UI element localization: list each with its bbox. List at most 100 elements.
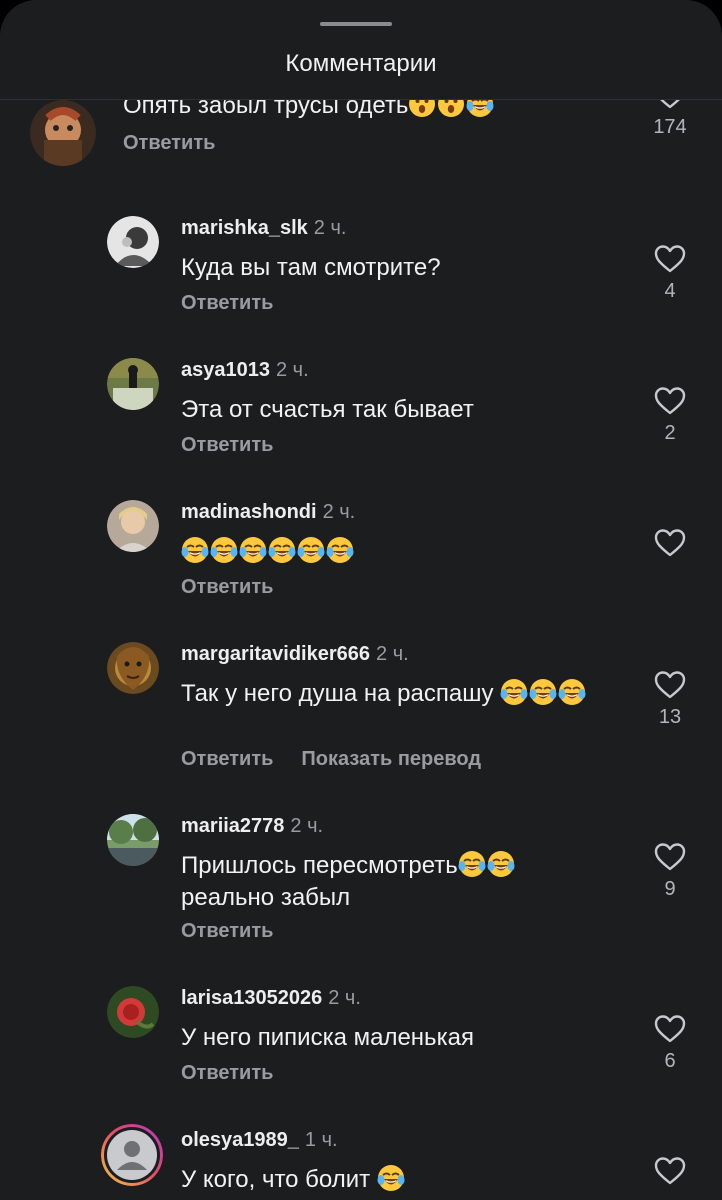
emoji-group [181, 537, 355, 565]
heart-outline-icon [654, 387, 686, 415]
comment-time: 2 ч. [322, 501, 356, 523]
username-link[interactable]: madinashondi [181, 501, 317, 523]
comment-time: 2 ч. [376, 643, 409, 665]
emoji-group [377, 1165, 406, 1193]
tears-of-joy-emoji [558, 679, 586, 705]
like-count: 174 [653, 116, 687, 138]
comments-list[interactable]: Опять забыл трусы одеть Ответить 174 mar… [0, 100, 722, 1200]
like-button[interactable]: 4 [640, 244, 700, 303]
username-link[interactable]: mariia2778 [181, 815, 284, 837]
hushed-face-emoji [409, 100, 436, 117]
comment-item: marishka_slk 2 ч. Куда вы там смотрите? О… [0, 216, 722, 336]
comment-text: У кого, что болит [181, 1164, 601, 1196]
reply-button[interactable]: Ответить [181, 920, 273, 942]
like-count: 9 [664, 878, 676, 900]
heart-outline-icon [654, 529, 686, 557]
like-button[interactable]: 6 [640, 1014, 700, 1073]
username-link[interactable]: asya1013 [181, 359, 270, 381]
comment-time: 2 ч. [328, 987, 361, 1009]
like-button[interactable]: 13 [640, 670, 700, 729]
username-link[interactable]: larisa13052026 [181, 987, 322, 1009]
tears-of-joy-emoji [239, 537, 267, 563]
reply-button[interactable]: Ответить [181, 1062, 273, 1084]
comment-text: Пришлось пересмотреть реально забыл [181, 850, 601, 914]
tears-of-joy-emoji [377, 1165, 405, 1191]
like-count: 2 [664, 422, 676, 444]
username-link[interactable]: marishka_slk [181, 217, 308, 239]
avatar-story-ring[interactable] [101, 1124, 163, 1186]
emoji-group [408, 100, 495, 119]
like-button[interactable]: 2 [640, 386, 700, 445]
comment-header: asya1013 2 ч. [181, 359, 309, 382]
avatar[interactable] [107, 642, 159, 694]
avatar[interactable] [107, 986, 159, 1038]
avatar[interactable] [107, 814, 159, 866]
comment-header: larisa13052026 2 ч. [181, 987, 361, 1010]
tears-of-joy-emoji [466, 100, 494, 117]
sheet-title: Комментарии [285, 50, 437, 77]
comment-text [181, 536, 601, 568]
comment-item: madinashondi 2 ч. Ответить [0, 500, 722, 620]
avatar[interactable] [107, 500, 159, 552]
comment-actions: Ответить Показать перевод [181, 748, 481, 771]
like-button[interactable] [640, 528, 700, 564]
comment-item: larisa13052026 2 ч. У него пиписка малень… [0, 986, 722, 1106]
comment-item: olesya1989_ 1 ч. У кого, что болит [0, 1124, 722, 1200]
comment-text: Эта от счастья так бывает [181, 396, 474, 423]
reply-button[interactable]: Ответить [181, 292, 273, 314]
like-count: 13 [658, 706, 682, 728]
heart-outline-icon [654, 1015, 686, 1043]
heart-outline-icon [654, 843, 686, 871]
like-button[interactable]: 9 [640, 842, 700, 901]
comment-actions: Ответить [181, 920, 273, 943]
sheet-grabber-handle[interactable] [320, 22, 392, 26]
tears-of-joy-emoji [210, 537, 238, 563]
like-button[interactable]: 174 [640, 100, 700, 139]
avatar[interactable] [30, 100, 96, 166]
comment-item: asya1013 2 ч. Эта от счастья так бывает О… [0, 358, 722, 478]
comment-header: olesya1989_ 1 ч. [181, 1129, 338, 1152]
comment-header: madinashondi 2 ч. [181, 501, 355, 524]
comment-header: margaritavidiker666 2 ч. [181, 643, 409, 666]
emoji-group [500, 679, 587, 707]
comment-header: mariia2778 2 ч. [181, 815, 323, 838]
tears-of-joy-emoji [487, 851, 515, 877]
comment-actions: Ответить [123, 132, 215, 155]
like-button[interactable] [640, 1156, 700, 1186]
avatar[interactable] [107, 358, 159, 410]
reply-button[interactable]: Ответить [181, 748, 273, 770]
heart-outline-icon [660, 100, 680, 109]
reply-button[interactable]: Ответить [181, 576, 273, 598]
like-count: 6 [664, 1050, 676, 1072]
tears-of-joy-emoji [268, 537, 296, 563]
show-translation-button[interactable]: Показать перевод [301, 748, 481, 770]
tears-of-joy-emoji [297, 537, 325, 563]
avatar[interactable] [107, 216, 159, 268]
comment-text: Опять забыл трусы одеть [123, 100, 583, 122]
username-link[interactable]: olesya1989_ [181, 1129, 299, 1151]
comment-time: 2 ч. [275, 359, 309, 381]
comment-actions: Ответить [181, 1062, 273, 1085]
comment-header: marishka_slk 2 ч. [181, 217, 346, 240]
heart-outline-icon [654, 671, 686, 699]
comment-actions: Ответить [181, 292, 273, 315]
comment-time: 2 ч. [313, 217, 347, 239]
comments-sheet: Комментарии Опять забыл трусы одеть Отве… [0, 0, 722, 1200]
comment-text: У него пиписка маленькая [181, 1024, 474, 1051]
reply-button[interactable]: Ответить [181, 434, 273, 456]
tears-of-joy-emoji [181, 537, 209, 563]
comment-time: 1 ч. [304, 1129, 338, 1151]
comment-item: mariia2778 2 ч. Пришлось пересмотреть реал… [0, 814, 722, 964]
reply-button[interactable]: Ответить [123, 132, 215, 154]
tears-of-joy-emoji [500, 679, 528, 705]
comment-time: 2 ч. [290, 815, 324, 837]
comment-text: Так у него душа на распашу [181, 678, 601, 710]
comment-actions: Ответить [181, 576, 273, 599]
comment-text: Куда вы там смотрите? [181, 254, 441, 281]
username-link[interactable]: margaritavidiker666 [181, 643, 370, 665]
heart-outline-icon [654, 245, 686, 273]
comment-item: margaritavidiker666 2 ч. Так у него душа … [0, 642, 722, 792]
heart-outline-icon [654, 1157, 686, 1185]
tears-of-joy-emoji [529, 679, 557, 705]
comment-actions: Ответить [181, 434, 273, 457]
